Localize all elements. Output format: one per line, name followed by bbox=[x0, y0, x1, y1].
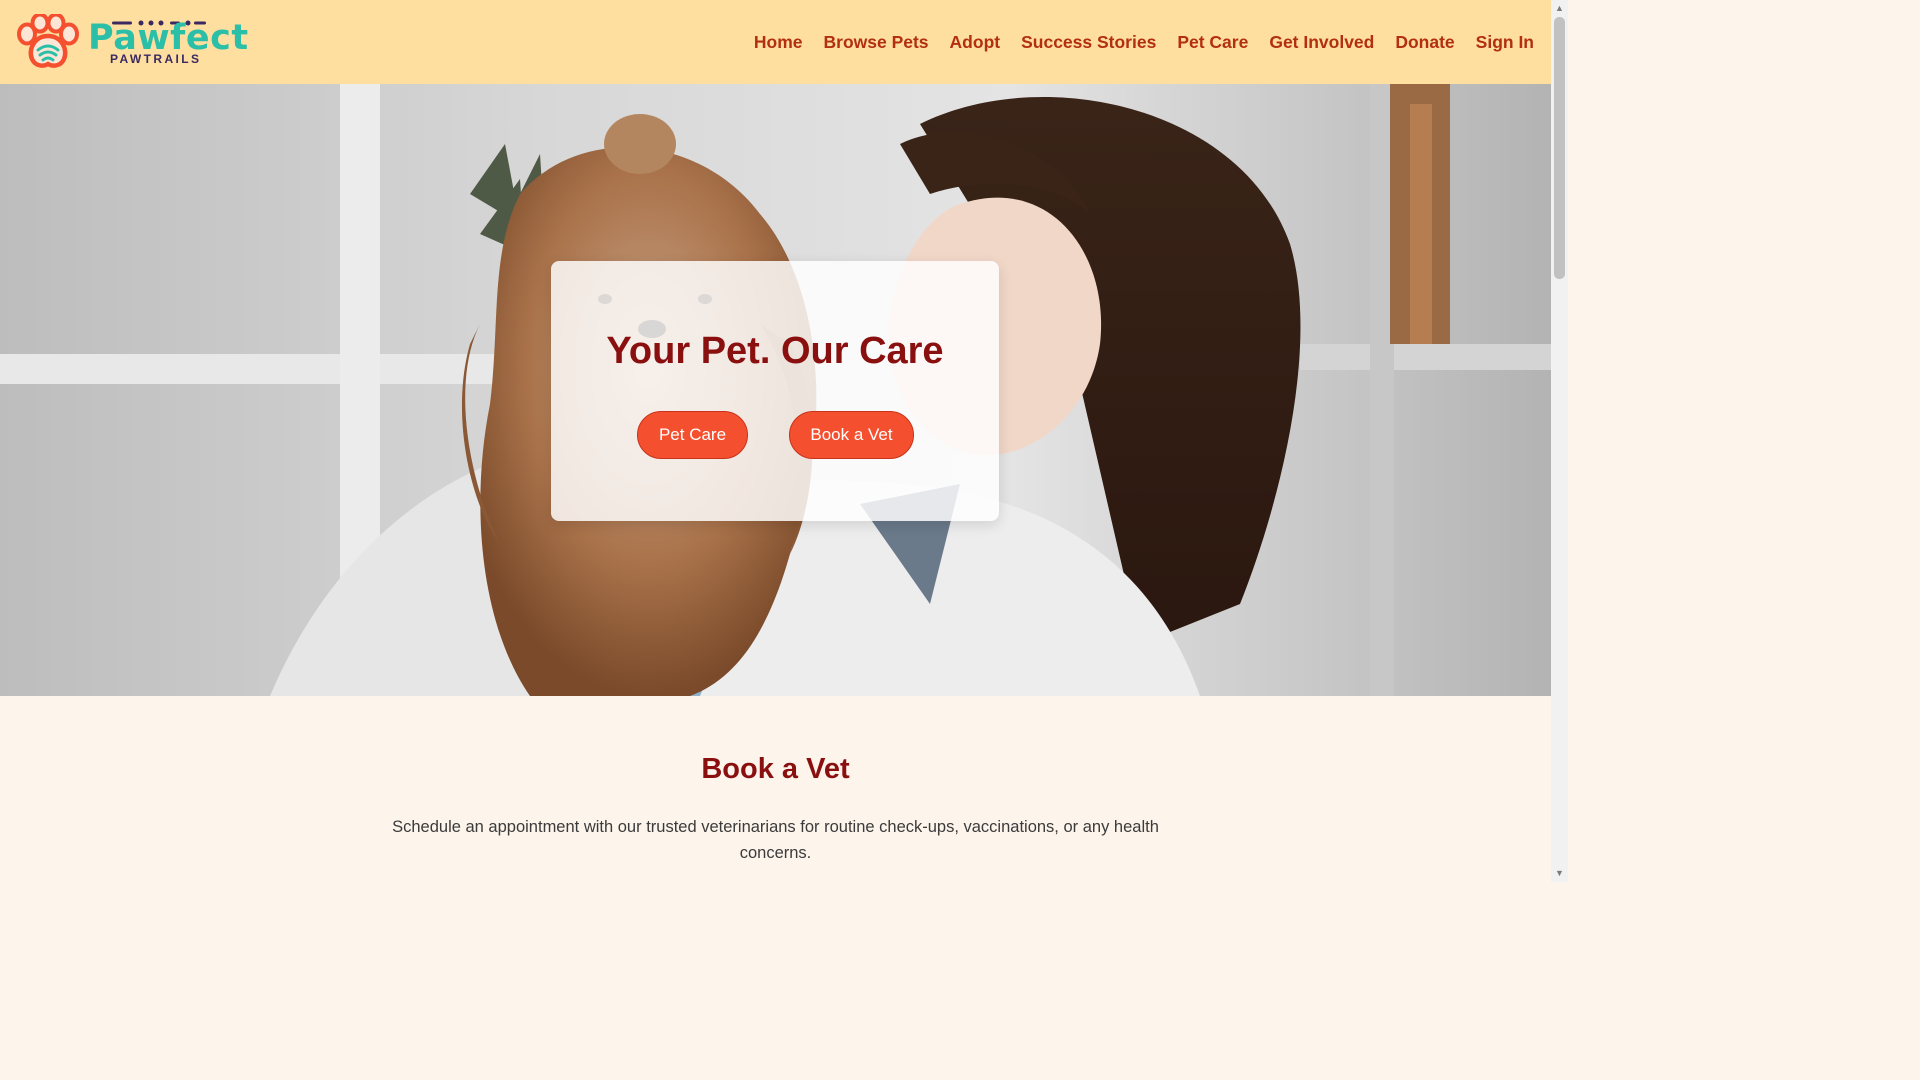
pet-care-button[interactable]: Pet Care bbox=[637, 411, 748, 459]
hero-section: Your Pet. Our Care Pet Care Book a Vet bbox=[0, 84, 1551, 696]
book-vet-button[interactable]: Book a Vet bbox=[789, 411, 914, 459]
scrollbar-thumb[interactable] bbox=[1554, 17, 1565, 279]
nav-pet-care[interactable]: Pet Care bbox=[1177, 30, 1248, 54]
site-header: Pawfect PAWTRAILS Home Browse Pets Adopt… bbox=[0, 0, 1551, 84]
book-vet-title: Book a Vet bbox=[701, 753, 850, 785]
nav-adopt[interactable]: Adopt bbox=[950, 30, 1001, 54]
arrow-up-icon[interactable]: ▲ bbox=[1551, 0, 1568, 17]
logo-link[interactable]: Pawfect PAWTRAILS bbox=[16, 14, 248, 70]
paw-logo-icon bbox=[17, 14, 79, 68]
hero-title: Your Pet. Our Care bbox=[606, 330, 944, 372]
hero-card: Your Pet. Our Care Pet Care Book a Vet bbox=[551, 261, 999, 521]
page: Pawfect PAWTRAILS Home Browse Pets Adopt… bbox=[0, 0, 1551, 882]
arrow-down-icon[interactable]: ▼ bbox=[1551, 865, 1568, 882]
book-vet-section: Book a Vet Schedule an appointment with … bbox=[0, 696, 1551, 882]
main-nav: Home Browse Pets Adopt Success Stories P… bbox=[733, 30, 1534, 54]
nav-home[interactable]: Home bbox=[754, 30, 803, 54]
brand-tagline: PAWTRAILS bbox=[110, 52, 202, 66]
nav-success-stories[interactable]: Success Stories bbox=[1021, 30, 1156, 54]
nav-donate[interactable]: Donate bbox=[1395, 30, 1454, 54]
book-vet-description: Schedule an appointment with our trusted… bbox=[392, 818, 1159, 862]
page-scrollbar[interactable]: ▲ ▼ bbox=[1551, 0, 1568, 882]
nav-browse-pets[interactable]: Browse Pets bbox=[824, 30, 929, 54]
nav-get-involved[interactable]: Get Involved bbox=[1269, 30, 1374, 54]
nav-sign-in[interactable]: Sign In bbox=[1476, 30, 1534, 54]
